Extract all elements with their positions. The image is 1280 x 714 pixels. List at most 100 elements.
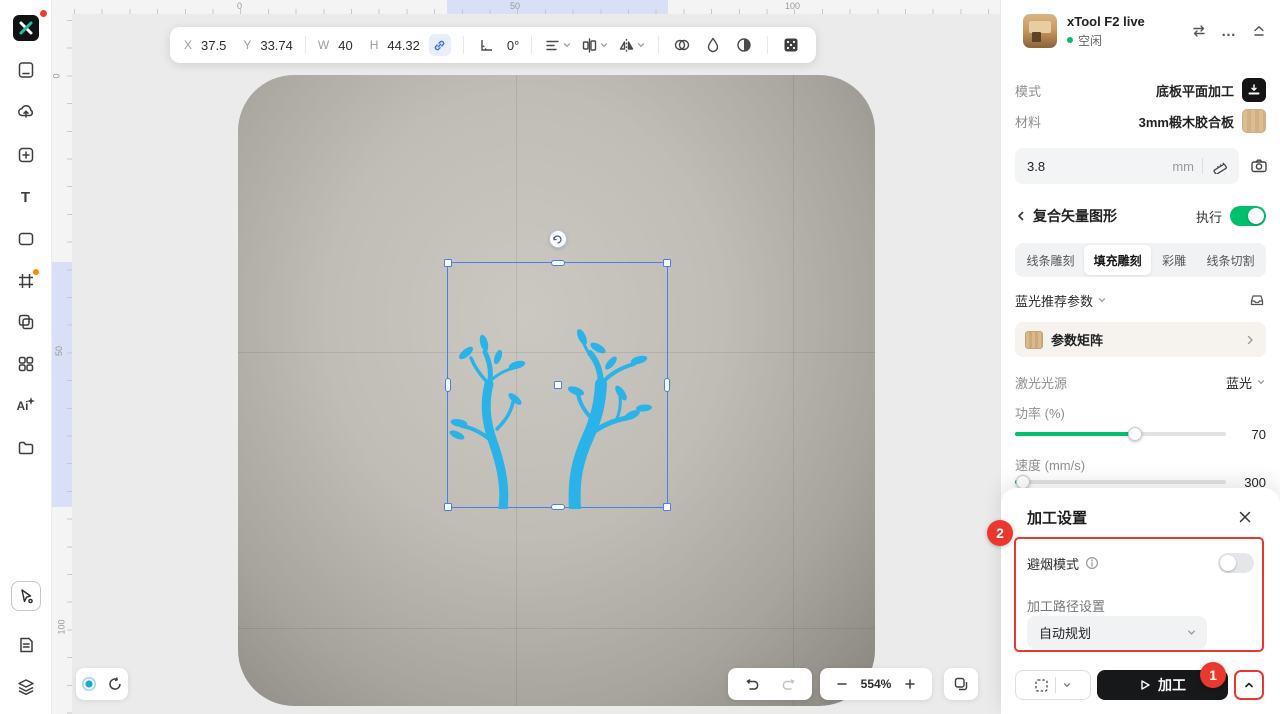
grid-line xyxy=(238,628,875,629)
device-header: xTool F2 live 空闲 … xyxy=(1023,12,1268,50)
resize-handle-w[interactable] xyxy=(445,378,451,392)
material-label: 材料 xyxy=(1015,114,1042,130)
power-slider[interactable] xyxy=(1015,425,1226,443)
lock-aspect-ratio-icon[interactable] xyxy=(428,34,451,56)
flip-dropdown[interactable] xyxy=(618,37,646,54)
chevron-up-icon xyxy=(1245,682,1253,688)
x-value[interactable]: 37.5 xyxy=(201,38,226,53)
preset-dropdown[interactable]: 蓝光推荐参数 xyxy=(1015,291,1107,310)
material-swatch[interactable] xyxy=(1242,109,1266,133)
folder-icon[interactable] xyxy=(12,434,40,462)
material-value[interactable]: 3mm椴木胶合板 xyxy=(1139,112,1234,131)
tab-fill-engrave[interactable]: 填充雕刻 xyxy=(1084,245,1152,275)
camera-icon[interactable] xyxy=(1247,154,1271,178)
power-label-row: 功率 (%) xyxy=(1015,404,1266,421)
collapse-device-panel-icon[interactable] xyxy=(1250,22,1268,40)
zoom-in-icon[interactable] xyxy=(901,675,919,693)
device-info: xTool F2 live 空闲 xyxy=(1067,14,1145,49)
smoke-mode-toggle[interactable] xyxy=(1218,553,1254,573)
render-mode-icon[interactable] xyxy=(733,34,755,56)
frame-preview-button[interactable] xyxy=(1015,670,1091,700)
weld-icon[interactable] xyxy=(671,34,693,56)
resize-handle-nw[interactable] xyxy=(444,259,452,267)
back-icon[interactable] xyxy=(1015,210,1027,222)
more-options-icon[interactable]: … xyxy=(1220,22,1238,40)
parameter-matrix-button[interactable]: 参数矩阵 xyxy=(1015,322,1266,357)
flat-processing-icon[interactable] xyxy=(1242,78,1266,102)
measure-thickness-icon[interactable] xyxy=(1211,157,1229,175)
center-anchor-handle[interactable] xyxy=(553,381,562,389)
text-tool-icon[interactable]: T xyxy=(12,183,40,211)
h-label: H xyxy=(369,38,379,52)
preset-label: 蓝光推荐参数 xyxy=(1015,293,1094,309)
add-shape-icon[interactable] xyxy=(12,141,40,169)
camera-view-toggle-icon[interactable] xyxy=(80,675,98,693)
tab-line-cut[interactable]: 线条切割 xyxy=(1197,245,1264,275)
selection-box[interactable] xyxy=(444,230,671,515)
divider xyxy=(304,36,306,54)
execute-toggle[interactable] xyxy=(1230,206,1266,226)
resize-handle-s[interactable] xyxy=(550,504,565,510)
boolean-tool-icon[interactable] xyxy=(12,308,40,336)
duplicate-icon[interactable] xyxy=(944,668,978,700)
redo-icon[interactable] xyxy=(778,675,796,693)
refresh-view-icon[interactable] xyxy=(106,675,124,693)
view-controls xyxy=(76,668,128,700)
layers-icon[interactable] xyxy=(12,673,40,701)
mode-label: 模式 xyxy=(1015,83,1042,99)
app-root: T Ai 0 50 100 0 50 100 X 37.5 Y 33.74 W … xyxy=(0,0,1280,714)
x-label: X xyxy=(184,38,193,52)
path-planning-dropdown[interactable]: 自动规划 xyxy=(1027,616,1207,649)
laser-dropdown[interactable]: 蓝光 xyxy=(1226,373,1266,392)
resize-handle-sw[interactable] xyxy=(444,503,452,511)
path-setting-label: 加工路径设置 xyxy=(1027,599,1106,614)
mode-row: 模式 底板平面加工 xyxy=(1015,77,1266,103)
ruler-number: 0 xyxy=(52,73,62,79)
shape-tool-icon[interactable] xyxy=(12,225,40,253)
thickness-input[interactable]: 3.8 mm xyxy=(1015,148,1239,184)
select-tool[interactable] xyxy=(10,581,41,611)
info-icon[interactable] xyxy=(1085,556,1099,570)
fill-style-icon[interactable] xyxy=(702,34,724,56)
text-tool-glyph: T xyxy=(20,188,31,206)
notes-icon[interactable] xyxy=(12,631,40,659)
close-icon[interactable] xyxy=(1234,506,1256,528)
resize-handle-se[interactable] xyxy=(663,503,671,511)
power-value[interactable]: 70 xyxy=(1236,427,1266,442)
canvas-area[interactable]: 0 50 100 0 50 100 X 37.5 Y 33.74 W 40 H … xyxy=(52,0,1000,714)
w-value[interactable]: 40 xyxy=(338,38,352,53)
undo-icon[interactable] xyxy=(744,675,762,693)
arrange-dropdown[interactable] xyxy=(544,37,572,54)
switch-device-icon[interactable] xyxy=(1190,22,1208,40)
cloud-upload-icon[interactable] xyxy=(12,97,40,125)
y-value[interactable]: 33.74 xyxy=(260,38,293,53)
thickness-value[interactable]: 3.8 xyxy=(1027,159,1164,174)
expand-settings-button[interactable] xyxy=(1234,670,1264,700)
layer-section-header: 复合矢量图形 执行 xyxy=(1015,202,1266,230)
mode-value[interactable]: 底板平面加工 xyxy=(1156,81,1234,100)
zoom-level[interactable]: 554% xyxy=(861,677,892,691)
new-project-icon[interactable] xyxy=(12,56,40,84)
resize-handle-e[interactable] xyxy=(664,378,670,392)
ai-tool-icon[interactable]: Ai xyxy=(12,392,40,420)
rotate-handle[interactable] xyxy=(548,230,567,248)
tab-line-engrave[interactable]: 线条雕刻 xyxy=(1017,245,1084,275)
laser-source-row: 激光光源 蓝光 xyxy=(1015,371,1266,393)
resize-handle-ne[interactable] xyxy=(663,259,671,267)
xtool-logo[interactable] xyxy=(13,15,39,41)
halftone-icon[interactable] xyxy=(780,34,802,56)
align-dropdown[interactable] xyxy=(581,37,609,54)
layer-title: 复合矢量图形 xyxy=(1033,208,1117,224)
angle-value[interactable]: 0° xyxy=(507,38,519,53)
frame-tool-icon[interactable] xyxy=(12,267,40,295)
resize-handle-n[interactable] xyxy=(550,260,565,266)
chevron-right-icon xyxy=(1247,335,1253,344)
h-value[interactable]: 44.32 xyxy=(387,38,420,53)
divider xyxy=(767,36,769,54)
grid-line xyxy=(793,75,794,706)
save-preset-icon[interactable] xyxy=(1248,291,1266,309)
zoom-out-icon[interactable] xyxy=(833,675,851,693)
tab-relief[interactable]: 彩雕 xyxy=(1151,245,1197,275)
apps-grid-icon[interactable] xyxy=(12,350,40,378)
w-label: W xyxy=(317,38,330,52)
